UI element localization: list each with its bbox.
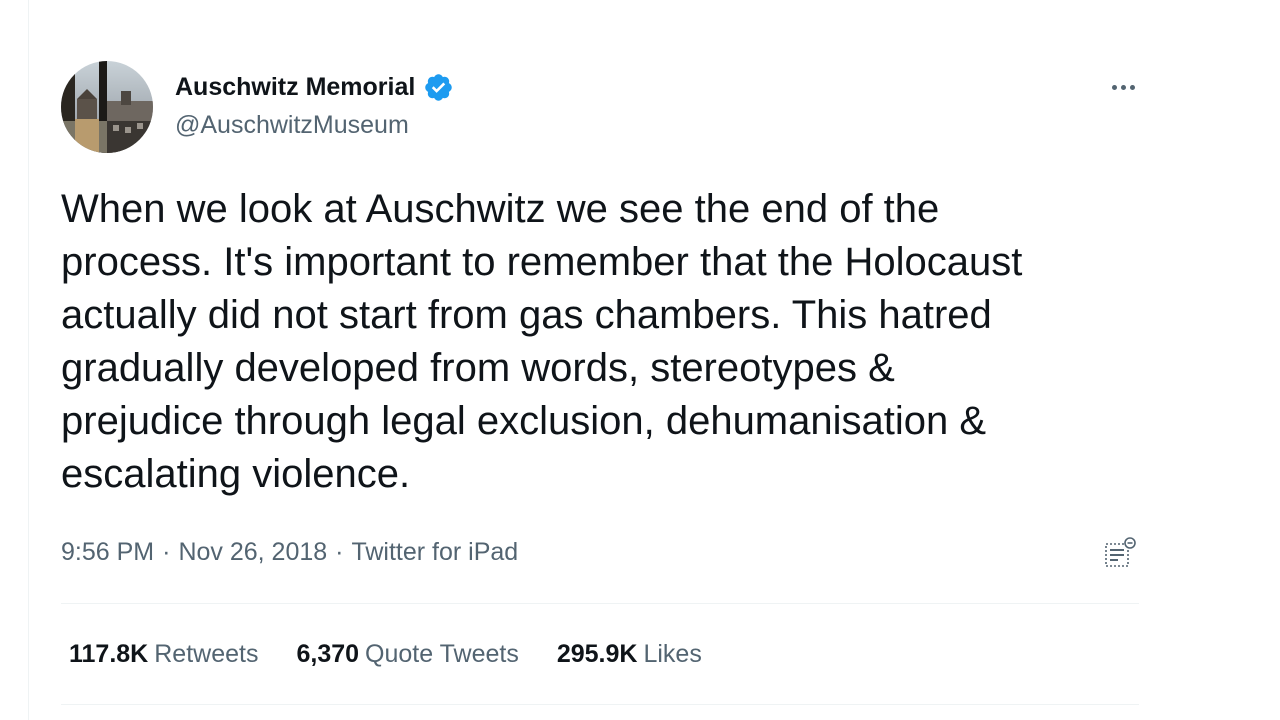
tweet-card: Auschwitz Memorial @AuschwitzMuseum When… [28, 0, 1168, 720]
divider [61, 704, 1139, 705]
analytics-icon[interactable] [1100, 535, 1140, 575]
meta-separator: · [335, 538, 344, 566]
retweets-label: Retweets [154, 640, 259, 668]
tweet-date[interactable]: Nov 26, 2018 [178, 534, 327, 570]
author-handle[interactable]: @AuschwitzMuseum [175, 108, 454, 142]
avatar[interactable] [61, 61, 153, 153]
retweets-count: 117.8K [69, 640, 149, 668]
more-horizontal-icon [1120, 84, 1126, 90]
quote-tweets-label: Quote Tweets [365, 640, 519, 668]
tweet-time[interactable]: 9:56 PM [61, 534, 154, 570]
author-block: Auschwitz Memorial @AuschwitzMuseum [175, 70, 454, 142]
verified-badge-icon [423, 72, 454, 103]
divider [61, 603, 1139, 604]
likes-label: Likes [643, 640, 702, 668]
author-name-row: Auschwitz Memorial [175, 70, 454, 104]
tweet-text: When we look at Auschwitz we see the end… [61, 187, 1023, 496]
more-options-button[interactable] [1103, 72, 1143, 102]
meta-separator: · [162, 538, 171, 566]
tweet-metadata: 9:56 PM · Nov 26, 2018 · Twitter for iPa… [61, 534, 518, 570]
engagement-stats: 117.8K Retweets 6,370 Quote Tweets 295.9K L… [69, 636, 740, 672]
likes-stat[interactable]: 295.9K Likes [557, 636, 702, 672]
tweet-source[interactable]: Twitter for iPad [351, 534, 518, 570]
quote-tweets-stat[interactable]: 6,370 Quote Tweets [296, 636, 518, 672]
quote-tweets-count: 6,370 [296, 640, 360, 668]
more-horizontal-icon [1111, 84, 1117, 90]
likes-count: 295.9K [556, 640, 638, 668]
retweets-stat[interactable]: 117.8K Retweets [69, 636, 258, 672]
avatar-image [61, 61, 153, 153]
author-display-name[interactable]: Auschwitz Memorial [175, 70, 415, 104]
more-horizontal-icon [1129, 84, 1135, 90]
